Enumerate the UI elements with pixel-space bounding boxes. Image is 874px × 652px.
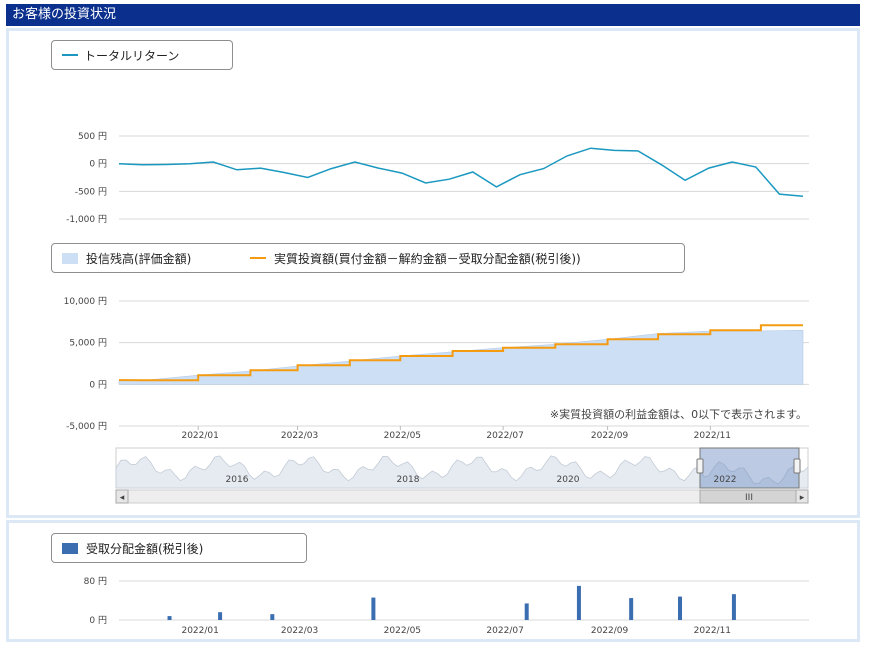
navigator-year-label: 2018 (397, 475, 420, 485)
distribution-bar[interactable] (167, 616, 172, 620)
y-tick-label: 0 円 (89, 159, 107, 170)
distribution-chart-panel: 受取分配金額(税引後) 80 円0 円 2022/01 2022/03 2022/05… (6, 520, 860, 642)
x-tick-label: 2022/05 (384, 431, 421, 441)
scrollbar-grip-icon: III (745, 493, 753, 503)
distribution-bar[interactable] (678, 596, 683, 620)
investment-chart-panel: トータルリターン 投信残高(評価金額) 実質投資額(買付金額－解約金額－受取分配… (6, 28, 860, 518)
y-tick-label: -5,000 円 (66, 421, 107, 432)
page-title: お客様の投資状況 (6, 4, 860, 26)
x-tick-label: 2022/09 (591, 431, 629, 441)
y-tick-label: 80 円 (84, 576, 107, 587)
balance-area (118, 329, 804, 385)
investment-chart-svg: 500 円 0 円 -500 円 -1,000 円 10,000 円 5,000 円 0 円… (64, 131, 809, 504)
x-tick-label: 2022/05 (384, 626, 421, 636)
range-navigator[interactable]: 2016 2018 2020 2022 III ◂ ▸ (115, 447, 809, 504)
y-tick-label: 5,000 円 (69, 338, 107, 349)
x-tick-label: 2022/07 (486, 431, 523, 441)
scroll-right-arrow-icon: ▸ (800, 493, 805, 503)
x-tick-label: 2022/11 (694, 431, 731, 441)
scroll-left-arrow-icon: ◂ (120, 493, 125, 503)
navigator-left-handle[interactable] (696, 458, 704, 474)
navigator-year-label: 2016 (226, 475, 249, 485)
x-tick-label: 2022/07 (486, 626, 523, 636)
x-tick-label: 2022/03 (281, 626, 318, 636)
y-tick-label: 500 円 (78, 131, 107, 142)
distribution-bar[interactable] (576, 585, 581, 620)
x-tick-label: 2022/01 (181, 626, 218, 636)
y-tick-label: 10,000 円 (64, 296, 107, 307)
navigator-year-label: 2022 (714, 475, 737, 485)
x-tick-label: 2022/03 (281, 431, 318, 441)
total-return-line (118, 147, 804, 198)
distribution-bar[interactable] (629, 598, 634, 620)
y-tick-label: -500 円 (75, 186, 107, 197)
y-tick-label: -1,000 円 (66, 214, 107, 225)
x-tick-label: 2022/11 (694, 626, 731, 636)
navigator-right-handle[interactable] (793, 458, 801, 474)
distribution-bar[interactable] (270, 614, 275, 620)
distribution-bar[interactable] (524, 603, 529, 620)
distribution-bar[interactable] (371, 597, 376, 620)
distribution-bar[interactable] (731, 594, 736, 620)
distribution-chart-svg: 80 円 0 円 2022/01 2022/03 2022/05 2022/07 2022/… (84, 576, 809, 636)
x-tick-label: 2022/01 (181, 431, 218, 441)
navigator-year-label: 2020 (557, 475, 580, 485)
y-tick-label: 0 円 (89, 379, 107, 390)
x-tick-label: 2022/09 (591, 626, 629, 636)
y-tick-label: 0 円 (89, 615, 107, 626)
distribution-bar[interactable] (218, 612, 223, 620)
